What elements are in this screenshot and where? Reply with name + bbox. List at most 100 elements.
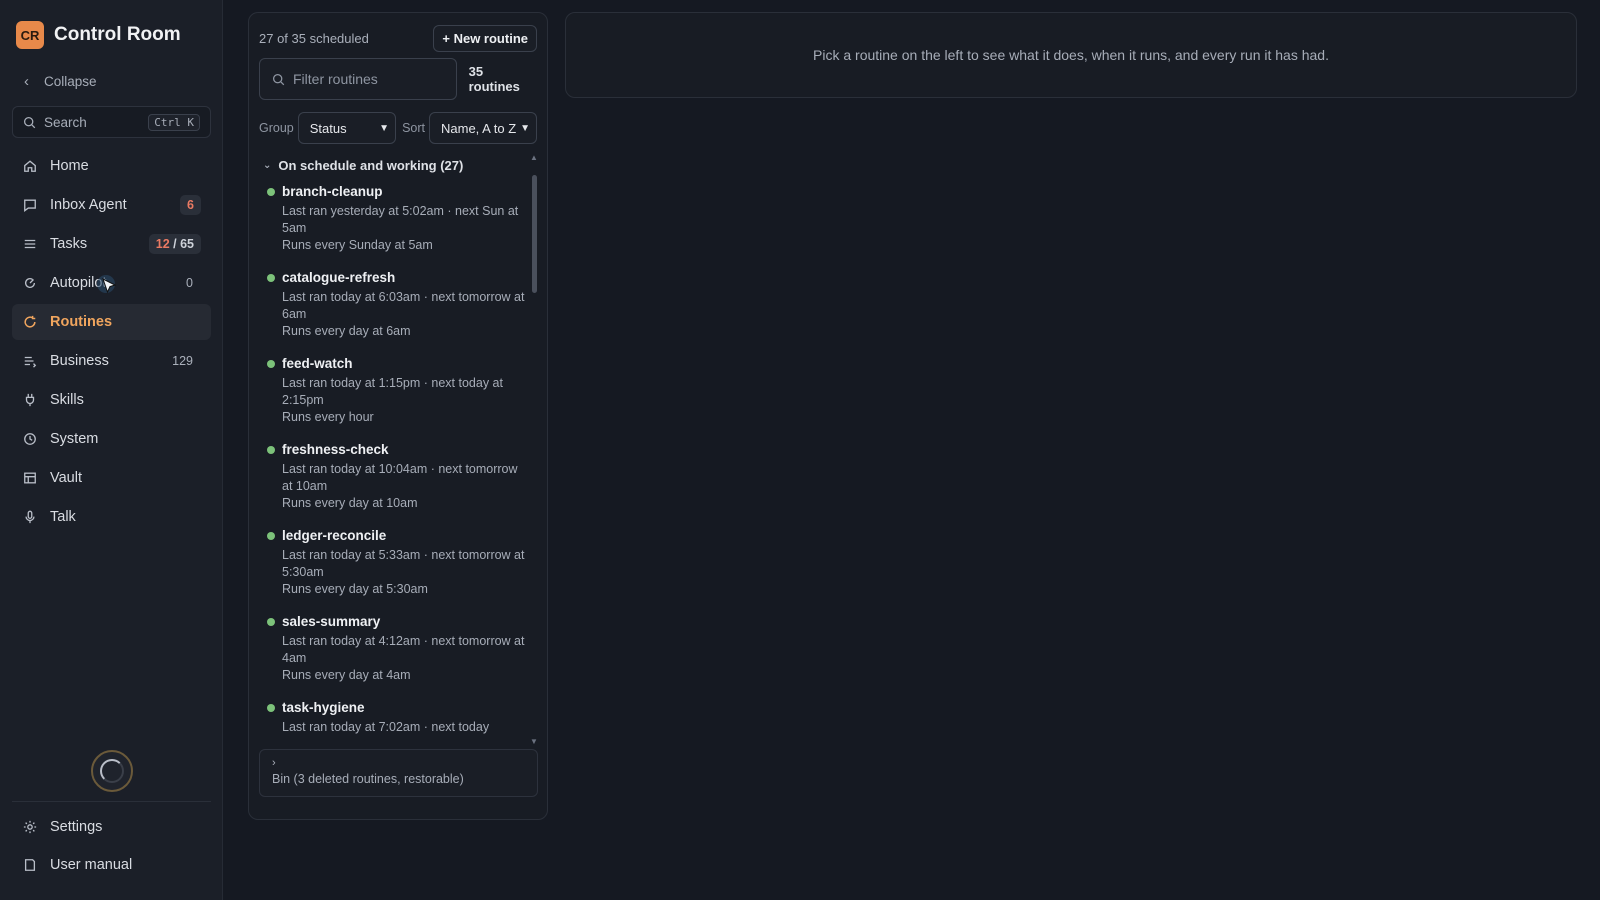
group-header-on-schedule[interactable]: ⌄ On schedule and working (27) <box>259 154 529 176</box>
group-select[interactable]: Status ▼ <box>297 112 397 144</box>
sidebar-item-label: Home <box>50 158 89 174</box>
gear-icon <box>22 819 38 835</box>
sidebar-item-inbox-agent[interactable]: Inbox Agent 6 <box>12 187 211 223</box>
sidebar-item-label: Vault <box>50 470 82 486</box>
scroll-down-icon[interactable]: ▼ <box>530 737 538 746</box>
sidebar-item-system[interactable]: System <box>12 421 211 457</box>
routine-name: catalogue-refresh <box>282 270 396 285</box>
sidebar-bottom: Settings User manual <box>12 809 211 885</box>
app-logo: CR <box>16 21 44 49</box>
clock-icon <box>22 431 38 447</box>
status-dot-icon <box>267 359 275 368</box>
sidebar-item-skills[interactable]: Skills <box>12 382 211 418</box>
app-title: Control Room <box>54 24 181 45</box>
routine-name: sales-summary <box>282 614 381 629</box>
sidebar-item-label: Business <box>50 353 109 369</box>
status-dot-icon <box>267 273 275 282</box>
routine-schedule: Runs every Sunday at 5am <box>282 238 433 252</box>
routines-panel-header: 27 of 35 scheduled + New routine <box>259 24 537 52</box>
tasks-done-count: 12 <box>155 237 170 251</box>
chevron-down-icon: ▼ <box>379 122 390 134</box>
group-label: Group <box>259 121 294 135</box>
sort-label: Sort <box>402 121 425 135</box>
routine-name: branch-cleanup <box>282 184 383 199</box>
collapse-button[interactable]: ‹ Collapse <box>24 73 97 90</box>
sidebar-item-talk[interactable]: Talk <box>12 499 211 535</box>
plug-icon <box>22 392 38 408</box>
routine-item[interactable]: feed-watch Last ran today at 1:15pm · ne… <box>259 348 529 434</box>
sidebar-item-user-manual[interactable]: User manual <box>12 847 211 883</box>
status-dot-icon <box>267 531 275 540</box>
sidebar-item-vault[interactable]: Vault <box>12 460 211 496</box>
sidebar-item-settings[interactable]: Settings <box>12 809 211 845</box>
sidebar-search[interactable]: Search Ctrl K <box>12 106 211 138</box>
sort-select-value: Name, A to Z <box>441 120 517 136</box>
routine-item[interactable]: freshness-check Last ran today at 10:04a… <box>259 434 529 520</box>
routine-last-next: Last ran today at 10:04am · next tomorro… <box>282 462 518 493</box>
routine-item[interactable]: task-hygiene Last ran today at 7:02am · … <box>259 692 529 746</box>
vault-icon <box>22 470 38 486</box>
routines-list: ⌄ On schedule and working (27) branch-cl… <box>259 153 529 746</box>
filter-routines-input[interactable] <box>293 71 443 87</box>
routine-schedule: Runs every day at 5:30am <box>282 582 428 596</box>
routine-schedule: Runs every day at 6am <box>282 324 411 338</box>
group-select-value: Status <box>309 120 347 136</box>
bin-section[interactable]: › Bin (3 deleted routines, restorable) <box>259 749 538 797</box>
routine-item[interactable]: ledger-reconcile Last ran today at 5:33a… <box>259 520 529 606</box>
filter-field[interactable] <box>259 58 457 100</box>
routine-item[interactable]: sales-summary Last ran today at 4:12am ·… <box>259 606 529 692</box>
routine-last-next: Last ran today at 6:03am · next tomorrow… <box>282 290 525 321</box>
routine-item[interactable]: branch-cleanup Last ran yesterday at 5:0… <box>259 176 529 262</box>
filter-row: 35 routines <box>259 58 537 100</box>
routine-name: freshness-check <box>282 442 389 457</box>
search-label: Search <box>44 114 87 130</box>
sidebar-item-label: Autopilot <box>50 275 107 291</box>
routine-schedule: Runs every day at 4am <box>282 668 411 682</box>
routine-item[interactable]: catalogue-refresh Last ran today at 6:03… <box>259 262 529 348</box>
inbox-count-badge: 6 <box>180 195 201 215</box>
sidebar-item-home[interactable]: Home <box>12 148 211 184</box>
brand[interactable]: CR Control Room <box>16 21 181 49</box>
routine-last-next: Last ran today at 1:15pm · next today at… <box>282 376 503 407</box>
scroll-up-icon[interactable]: ▲ <box>530 153 538 162</box>
scrollbar-thumb[interactable] <box>532 175 537 293</box>
status-dot-icon <box>267 617 275 626</box>
routine-schedule: Runs every hour <box>282 410 374 424</box>
detail-placeholder-text: Pick a routine on the left to see what i… <box>813 47 1329 63</box>
tasks-total-count: 65 <box>180 237 194 251</box>
sidebar-item-business[interactable]: Business 129 <box>12 343 211 379</box>
sidebar-item-label: Routines <box>50 314 113 330</box>
routine-last-next: Last ran today at 5:33am · next tomorrow… <box>282 548 525 579</box>
sidebar-item-label: System <box>50 431 99 447</box>
routines-panel: 27 of 35 scheduled + New routine 35 rout… <box>248 12 548 820</box>
total-routines-count: 35 routines <box>468 64 520 94</box>
routine-name: task-hygiene <box>282 700 365 715</box>
group-sort-row: Group Status ▼ Sort Name, A to Z ▼ <box>259 112 537 144</box>
sidebar: CR Control Room ‹ Collapse Search Ctrl K… <box>0 0 223 900</box>
book-icon <box>22 857 38 873</box>
business-count: 129 <box>172 354 193 368</box>
autopilot-icon <box>22 275 38 291</box>
routines-scrollbar[interactable]: ▲ ▼ <box>530 153 538 746</box>
status-dot-icon <box>267 703 275 712</box>
spinner-ring <box>100 759 124 783</box>
routine-detail-panel: Pick a routine on the left to see what i… <box>565 12 1577 98</box>
status-dot-icon <box>267 187 275 196</box>
message-icon <box>22 197 38 213</box>
sidebar-item-routines[interactable]: Routines <box>12 304 211 340</box>
chevron-down-icon: ▼ <box>520 122 530 134</box>
search-icon <box>23 116 36 128</box>
new-routine-button[interactable]: + New routine <box>433 24 537 52</box>
list-icon <box>22 236 38 252</box>
sort-select[interactable]: Name, A to Z ▼ <box>429 112 537 144</box>
sidebar-item-label: User manual <box>50 857 133 873</box>
routine-last-next: Last ran today at 4:12am · next tomorrow… <box>282 634 525 665</box>
sidebar-item-tasks[interactable]: Tasks 12 / 65 <box>12 226 211 262</box>
tasks-count-separator: / <box>169 237 181 251</box>
mic-icon <box>22 509 38 525</box>
sidebar-item-label: Inbox Agent <box>50 197 127 213</box>
main-nav: Home Inbox Agent 6 Tasks 12 / 65 Autopil… <box>12 148 211 538</box>
sidebar-item-label: Skills <box>50 392 84 408</box>
sidebar-item-autopilot[interactable]: Autopilot 0 <box>12 265 211 301</box>
chevron-down-icon: ⌄ <box>263 159 272 171</box>
